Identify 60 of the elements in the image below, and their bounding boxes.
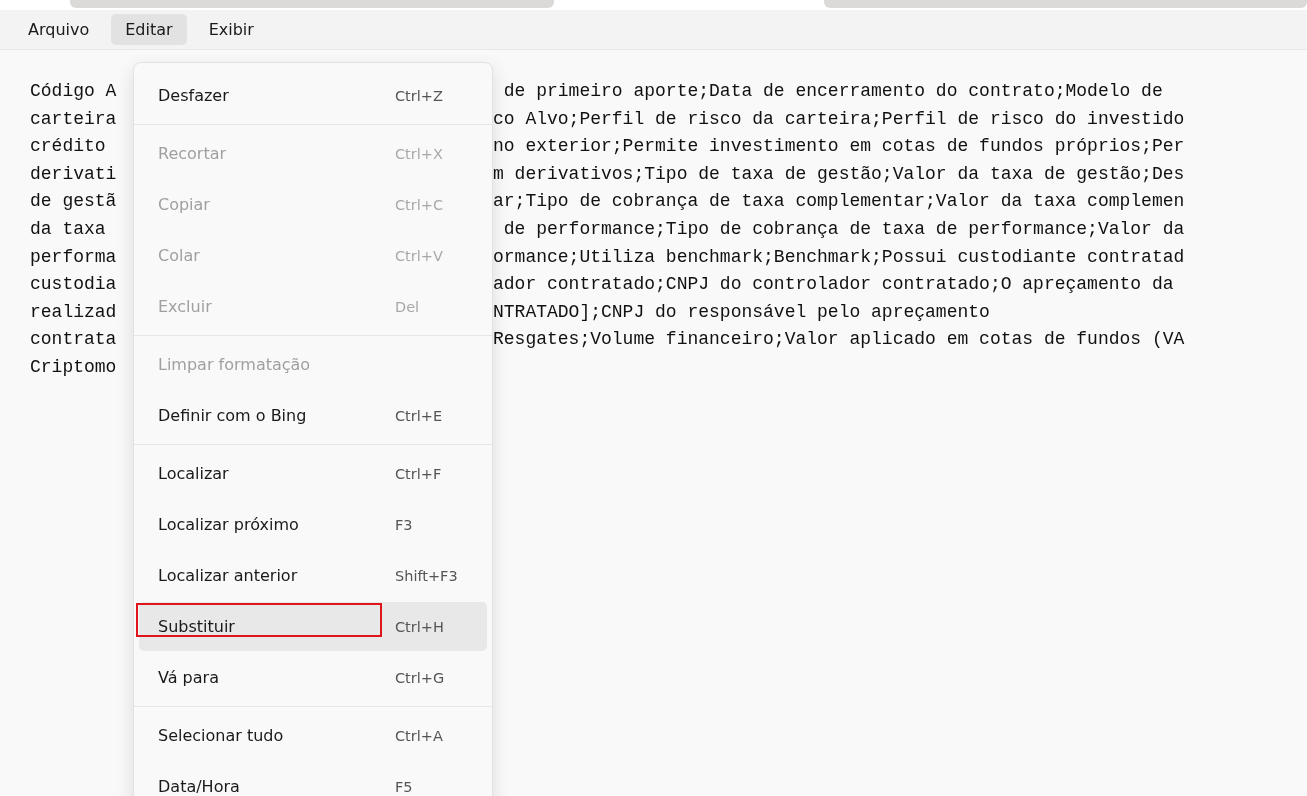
menu-item-label: Definir com o Bing	[158, 406, 307, 425]
text-line: performa	[30, 245, 118, 269]
menu-bar-item[interactable]: Editar	[111, 14, 187, 45]
menu-item-label: Vá para	[158, 668, 219, 687]
shortcut-label: Ctrl+V	[395, 247, 444, 264]
shortcut-label: Ctrl+F	[395, 465, 443, 482]
menu-item-label: Localizar anterior	[158, 566, 298, 585]
shortcut-label: Ctrl+A	[395, 727, 444, 744]
menu-item-label: Localizar	[158, 464, 229, 483]
menu-item-label: Recortar	[158, 144, 227, 163]
text-line: Código A	[30, 80, 118, 103]
text-line: Criptomo	[30, 355, 118, 379]
text-line: ormance;Utiliza benchmark;Benchmark;Possui custodiante contratad	[493, 245, 1185, 269]
text-line: da taxa	[30, 217, 107, 241]
menu-item-label: Copiar	[158, 195, 210, 214]
shortcut-label: Ctrl+G	[395, 669, 446, 686]
text-line: de gestã	[30, 190, 118, 214]
menu-item[interactable]: Localizar Ctrl+F	[139, 449, 487, 498]
text-line: contrata	[30, 328, 118, 352]
shortcut-label: Ctrl+X	[395, 145, 444, 162]
menu-item-label: Colar	[158, 246, 200, 265]
text-line: carteira	[30, 107, 118, 131]
menu-item[interactable]: Definir com o Bing Ctrl+E	[139, 391, 487, 440]
menu-item-label: Excluir	[158, 297, 212, 316]
shortcut-label: Ctrl+E	[395, 407, 444, 424]
menu-bar-item[interactable]: Exibir	[194, 14, 268, 45]
menu-item[interactable]: Selecionar tudo Ctrl+A	[139, 711, 487, 760]
text-line: custodia	[30, 273, 118, 297]
menu-item[interactable]: Localizar anterior Shift+F3	[139, 551, 487, 600]
text-line: realizad	[30, 300, 118, 324]
text-line: derivati	[30, 162, 118, 186]
text-line: NTRATADO];CNPJ do responsável pelo apreçamento	[493, 300, 990, 324]
menu-item-label: Selecionar tudo	[158, 726, 284, 745]
text-line: de primeiro aporte;Data de encerramento do contrato;Modelo de	[502, 80, 1163, 103]
menu-item[interactable]: Data/Hora F5	[139, 762, 487, 796]
menu-item-label: Desfazer	[158, 86, 229, 105]
shortcut-label: Del	[395, 298, 421, 315]
text-line: crédito	[30, 135, 107, 159]
shortcut-label: Ctrl+H	[395, 618, 445, 635]
text-line: Resgates;Volume financeiro;Valor aplicado em cotas de fundos (VA	[493, 328, 1185, 352]
shortcut-label: F5	[395, 778, 414, 795]
text-line: m derivativos;Tipo de taxa de gestão;Valor da taxa de gestão;Des	[493, 162, 1185, 186]
menu-item-label: Data/Hora	[158, 777, 240, 796]
shortcut-label: F3	[395, 516, 414, 533]
menu-item[interactable]: Desfazer Ctrl+Z	[139, 71, 487, 120]
text-line: no exterior;Permite investimento em cotas de fundos próprios;Per	[493, 135, 1185, 159]
menu-bar-item[interactable]: Arquivo	[14, 14, 104, 45]
text-line: co Alvo;Perfil de risco da carteira;Perfil de risco do investido	[493, 107, 1185, 131]
shortcut-label: Ctrl+Z	[395, 87, 444, 104]
menu-item-label: Limpar formatação	[158, 355, 311, 374]
menu-item[interactable]: Vá para Ctrl+G	[139, 653, 487, 702]
text-line: de performance;Tipo de cobrança de taxa de performance;Valor da	[502, 217, 1185, 241]
text-line: ar;Tipo de cobrança de taxa complementar;Valor da taxa complemen	[493, 190, 1185, 214]
menu-item[interactable]: Substituir Ctrl+H	[139, 602, 487, 651]
shortcut-label: Shift+F3	[395, 567, 459, 584]
menu-item-label: Substituir	[158, 617, 235, 636]
shortcut-label: Ctrl+C	[395, 196, 445, 213]
text-line: ador contratado;CNPJ do controlador contratado;O apreçamento da	[493, 273, 1174, 297]
menu-item-label: Localizar próximo	[158, 515, 299, 534]
menu-item[interactable]: Localizar próximo F3	[139, 500, 487, 549]
